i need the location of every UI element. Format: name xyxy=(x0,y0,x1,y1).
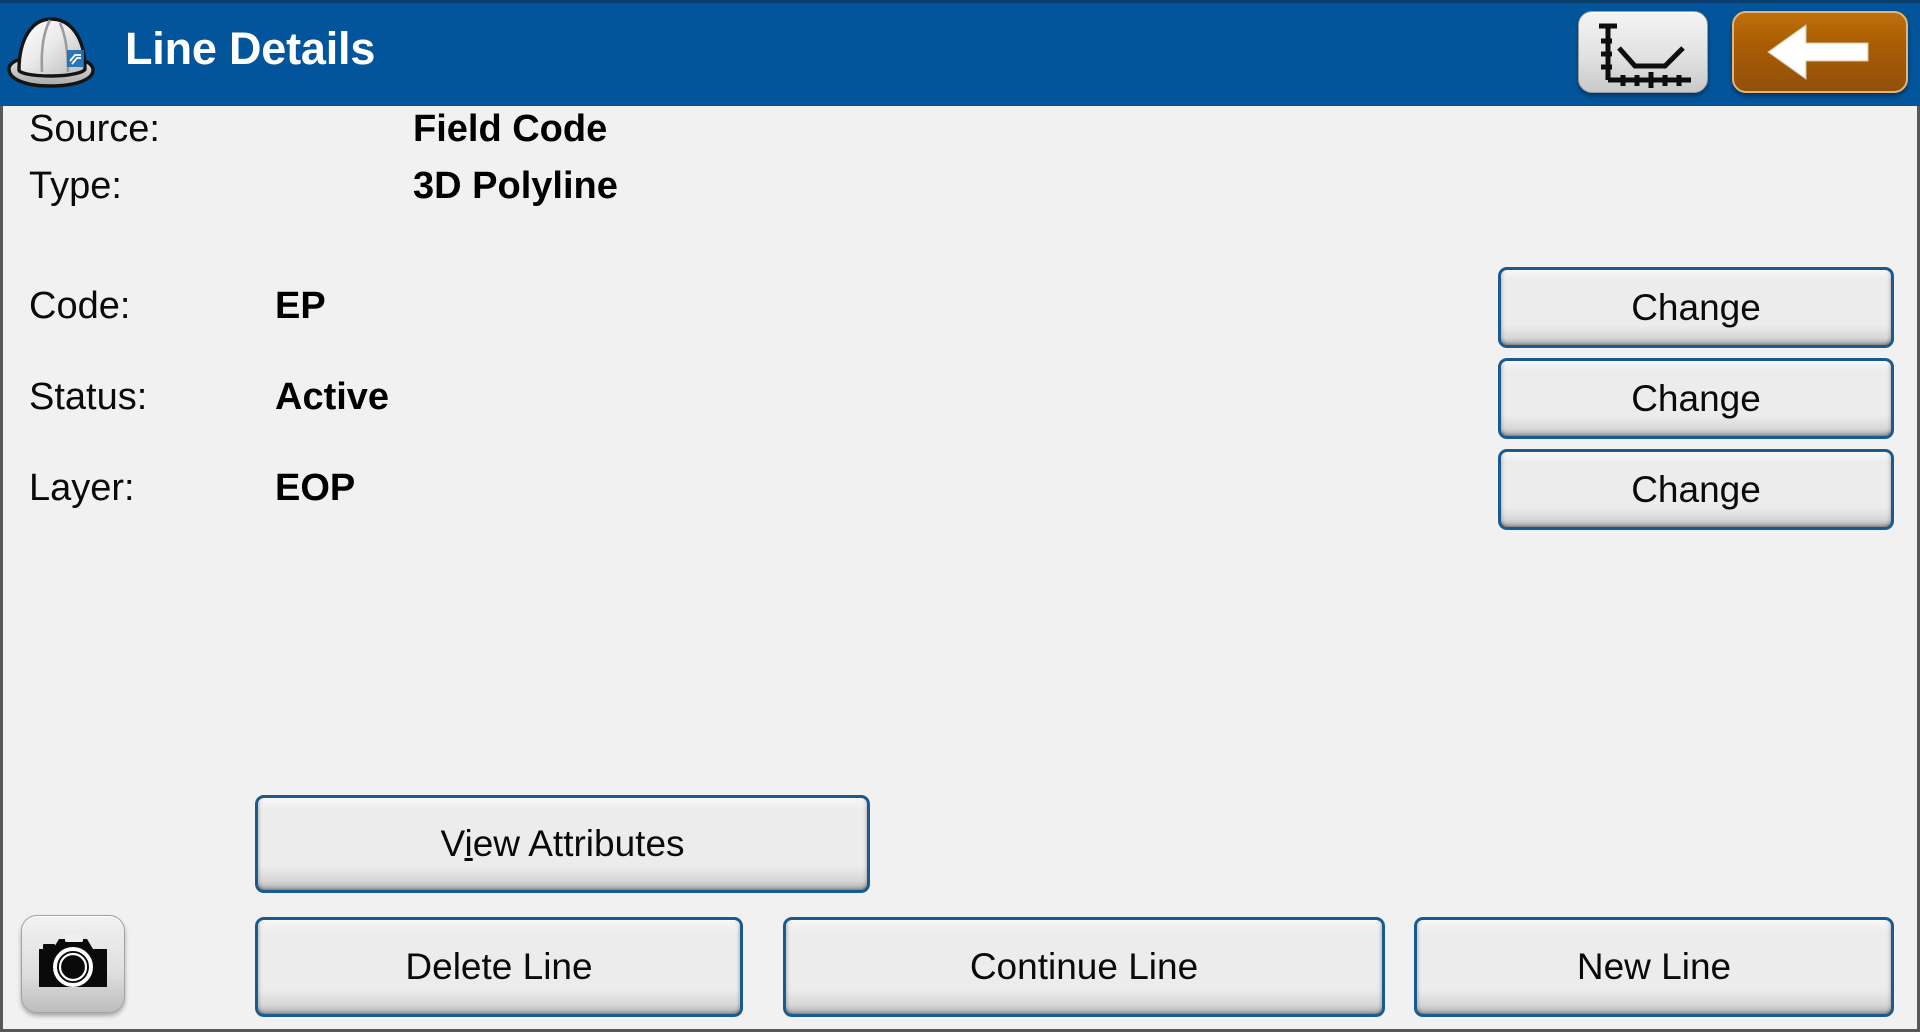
change-status-label: Change xyxy=(1631,377,1761,419)
type-label: Type: xyxy=(29,165,122,207)
view-attributes-label: View Attributes xyxy=(440,823,684,865)
type-value: 3D Polyline xyxy=(413,165,618,207)
cross-section-graph-button[interactable] xyxy=(1578,11,1708,93)
change-layer-label: Change xyxy=(1631,468,1761,510)
source-label: Source: xyxy=(29,108,160,150)
status-value: Active xyxy=(275,376,390,418)
layer-value: EOP xyxy=(275,467,356,509)
back-button[interactable] xyxy=(1732,11,1908,93)
hard-hat-icon xyxy=(3,6,98,98)
view-attributes-prefix: V xyxy=(440,823,465,864)
left-arrow-icon xyxy=(1767,24,1869,80)
new-line-button[interactable]: New Line xyxy=(1414,917,1894,1017)
line-details-window: Line Details Source: Field Code Type: 3D… xyxy=(0,0,1920,1032)
delete-line-label: Delete Line xyxy=(405,946,593,987)
view-attributes-suffix: ew Attributes xyxy=(472,823,685,864)
layer-label: Layer: xyxy=(29,467,135,509)
change-status-button[interactable]: Change xyxy=(1498,358,1894,439)
delete-line-button[interactable]: Delete Line xyxy=(255,917,743,1017)
continue-line-button[interactable]: Continue Line xyxy=(783,917,1385,1017)
screenshot-camera-button[interactable] xyxy=(21,915,125,1013)
page-title: Line Details xyxy=(125,23,376,74)
change-code-label: Change xyxy=(1631,286,1761,328)
code-label: Code: xyxy=(29,285,131,327)
cross-section-graph-icon xyxy=(1599,23,1691,88)
status-label: Status: xyxy=(29,376,148,418)
view-attributes-accel-key: i xyxy=(464,823,473,864)
view-attributes-button[interactable]: View Attributes xyxy=(255,795,870,893)
continue-line-label: Continue Line xyxy=(969,946,1199,987)
new-line-label: New Line xyxy=(1576,946,1732,987)
change-layer-button[interactable]: Change xyxy=(1498,449,1894,530)
source-value: Field Code xyxy=(413,108,608,150)
change-code-button[interactable]: Change xyxy=(1498,267,1894,348)
camera-icon xyxy=(39,935,107,987)
code-value: EP xyxy=(275,285,326,327)
titlebar: Line Details xyxy=(0,0,1920,106)
